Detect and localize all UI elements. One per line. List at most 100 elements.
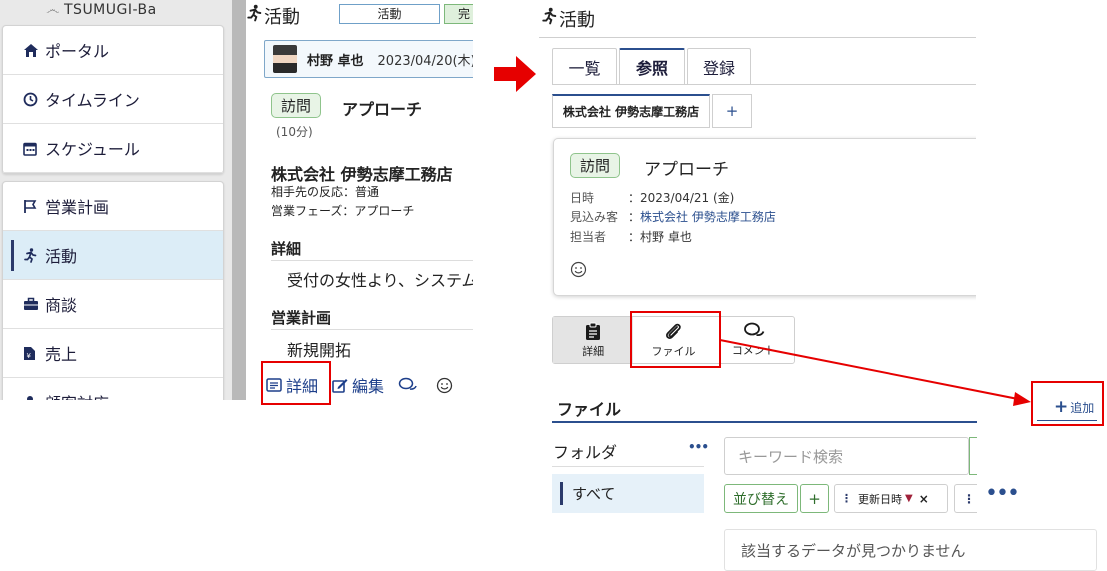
avatar	[273, 45, 297, 73]
nav-item-customer-support[interactable]: 顧客対応	[3, 378, 223, 400]
running-person-icon	[246, 4, 262, 26]
page-title: 活動	[559, 10, 595, 31]
visit-badge: 訪問	[570, 153, 621, 178]
edit-icon	[332, 378, 348, 393]
divider	[552, 466, 704, 467]
nav-item-deals[interactable]: 商談	[3, 280, 223, 329]
page-title: 活動	[264, 7, 300, 28]
sort-desc-icon[interactable]: ▼	[905, 493, 913, 504]
empty-state-message: 該当するデータが見つかりません	[724, 529, 1097, 571]
calendar-icon	[23, 141, 45, 156]
sidebar-splitter[interactable]	[232, 0, 246, 400]
person-icon	[23, 395, 45, 400]
reaction-field: 相手先の反応：普通	[271, 185, 380, 199]
detail-button[interactable]: 詳細	[266, 373, 318, 397]
document-yen-icon: ¥	[23, 346, 45, 361]
prospect-link[interactable]: 株式会社 伊勢志摩工務店	[640, 210, 776, 224]
phase-field: 営業フェーズ：アプローチ	[271, 204, 415, 218]
add-record-tab-button[interactable]: +	[712, 94, 752, 128]
drag-handle-icon[interactable]: ⋮	[841, 492, 852, 505]
logo-icon: ෴	[46, 2, 60, 18]
activity-date: 2023/04/20(木)	[377, 53, 473, 69]
sort-chip-partial[interactable]: ⋮	[954, 484, 977, 513]
sort-chip-updated[interactable]: ⋮ 更新日時 ▼ ×	[834, 484, 948, 513]
company-name: 株式会社 伊勢志摩工務店	[271, 165, 453, 184]
tab-reference[interactable]: 参照	[619, 48, 685, 84]
visit-badge: 訪問	[271, 93, 322, 118]
file-section-title: ファイル	[557, 400, 622, 419]
sort-button[interactable]: 並び替え	[724, 484, 798, 513]
nav-group-main: ポータル タイムライン スケジュール	[2, 25, 224, 174]
folder-item-all[interactable]: すべて	[552, 474, 704, 513]
more-options-button[interactable]: •••	[985, 483, 1020, 505]
divider	[552, 84, 976, 85]
comment-button[interactable]	[398, 377, 422, 393]
tab-complete[interactable]: 完	[444, 4, 473, 24]
list-box-icon	[266, 378, 282, 392]
nav-item-timeline[interactable]: タイムライン	[3, 75, 223, 124]
add-file-button[interactable]: + 追加	[1054, 397, 1094, 417]
user-name: 村野 卓也	[307, 53, 364, 69]
arrow-right-icon	[494, 56, 536, 92]
view-tabs: 一覧 参照 登録	[552, 48, 753, 84]
flag-icon	[23, 199, 45, 214]
activity-reference-panel: 活動 一覧 参照 登録 株式会社 伊勢志摩工務店 + 訪問 アプローチ 日時 ：2…	[539, 0, 976, 375]
sales-plan-heading: 営業計画	[271, 309, 332, 327]
record-tabs: 株式会社 伊勢志摩工務店 +	[552, 94, 754, 128]
keyword-search-input[interactable]: キーワード検索	[724, 437, 969, 475]
reaction-button[interactable]	[570, 261, 587, 282]
nav-item-sales-plan[interactable]: 営業計画	[3, 182, 223, 231]
running-person-icon	[541, 7, 557, 29]
prospect-field: 見込み客 ：株式会社 伊勢志摩工務店	[570, 210, 776, 224]
nav-group-sales: 営業計画 活動 商談 ¥ 売上 顧客対応	[2, 181, 224, 400]
search-button[interactable]	[969, 437, 977, 475]
nav-item-schedule[interactable]: スケジュール	[3, 124, 223, 173]
duration: (10分)	[276, 125, 313, 139]
add-sort-button[interactable]: +	[800, 484, 829, 513]
left-sidebar: ෴ TSUMUGI-Ba ポータル タイムライン スケジュール 営業計画 活動 …	[0, 0, 232, 400]
activity-actions: 詳細 編集	[266, 373, 471, 397]
svg-text:¥: ¥	[27, 352, 32, 360]
record-tab-company[interactable]: 株式会社 伊勢志摩工務店	[552, 94, 710, 128]
reaction-button[interactable]	[436, 377, 457, 394]
app-logo[interactable]: ෴ TSUMUGI-Ba	[46, 2, 157, 18]
comment-tab-button[interactable]: コメント	[714, 317, 794, 363]
activity-title: アプローチ	[342, 100, 423, 119]
nav-item-portal[interactable]: ポータル	[3, 26, 223, 75]
nav-item-activity[interactable]: 活動	[3, 231, 223, 280]
detail-heading: 詳細	[271, 240, 302, 258]
tab-activity[interactable]: 活動	[339, 4, 440, 24]
paperclip-icon	[666, 323, 682, 339]
detail-tab-button[interactable]: 詳細	[553, 317, 634, 363]
clock-icon	[23, 92, 45, 107]
panel-header: 活動 活動 完	[246, 0, 473, 30]
panel-header: 活動	[539, 0, 976, 38]
tab-list[interactable]: 一覧	[552, 48, 617, 84]
activity-header[interactable]: 村野 卓也 2023/04/20(木)	[264, 40, 473, 78]
file-tab-button[interactable]: ファイル	[633, 317, 713, 363]
comments-icon	[743, 322, 765, 336]
running-person-icon	[23, 247, 45, 263]
sales-plan-text: 新規開拓	[287, 341, 352, 360]
home-icon	[23, 43, 45, 58]
comments-icon	[398, 377, 417, 390]
edit-button[interactable]: 編集	[332, 373, 384, 397]
date-field: 日時 ：2023/04/21 (金)	[570, 191, 735, 205]
folder-menu-button[interactable]: •••	[688, 440, 709, 454]
activity-detail-panel: 活動 活動 完 村野 卓也 2023/04/20(木) 訪問 アプローチ (10…	[246, 0, 473, 400]
clipboard-icon	[586, 322, 601, 340]
remove-sort-icon[interactable]: ×	[919, 492, 929, 506]
smile-icon	[570, 261, 587, 278]
divider	[552, 421, 977, 423]
briefcase-icon	[23, 297, 45, 311]
tab-register[interactable]: 登録	[687, 48, 751, 84]
drag-handle-icon: ⋮	[963, 491, 975, 506]
folder-label: フォルダ	[553, 443, 618, 462]
nav-item-sales[interactable]: ¥ 売上	[3, 329, 223, 378]
divider	[1037, 420, 1097, 421]
owner-field: 担当者 ：村野 卓也	[570, 230, 692, 244]
detail-icon-bar: 詳細 ファイル コメント	[552, 316, 795, 364]
detail-text: 受付の女性より、システム	[287, 271, 473, 290]
activity-title: アプローチ	[644, 160, 729, 180]
activity-card: 訪問 アプローチ 日時 ：2023/04/21 (金) 見込み客 ：株式会社 伊勢志…	[553, 138, 976, 296]
